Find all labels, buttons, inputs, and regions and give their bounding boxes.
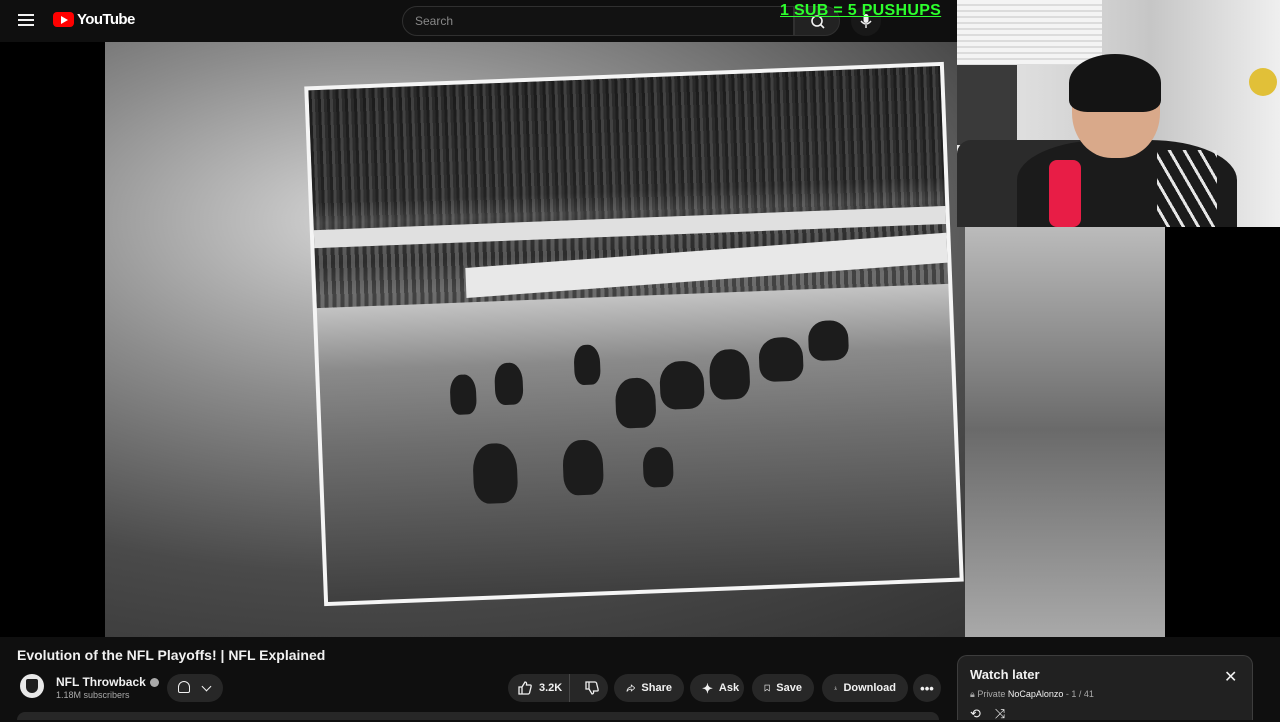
sparkle-icon: ✦	[702, 680, 713, 696]
close-icon[interactable]: ✕	[1224, 670, 1237, 686]
lock-icon: 🔒︎	[970, 689, 975, 699]
video-background-blur	[965, 222, 1165, 637]
more-actions-button[interactable]: •••	[913, 674, 941, 702]
share-label: Share	[641, 682, 672, 694]
share-button[interactable]: Share	[614, 674, 684, 702]
save-button[interactable]: Save	[752, 674, 814, 702]
playlist-title[interactable]: Watch later	[970, 667, 1040, 682]
ask-button[interactable]: ✦ Ask	[690, 674, 744, 702]
channel-avatar[interactable]	[20, 674, 44, 698]
historic-football-photo	[304, 61, 964, 607]
thumbs-up-icon	[518, 681, 532, 695]
bookmark-icon	[764, 684, 770, 692]
like-dislike-group: 3.2K	[508, 674, 608, 702]
dislike-button[interactable]	[576, 674, 608, 702]
download-button[interactable]: Download	[822, 674, 908, 702]
microphone-prop	[1049, 160, 1081, 227]
stream-overlay-text: 1 SUB = 5 PUSHUPS	[780, 2, 942, 19]
save-label: Save	[776, 682, 802, 694]
youtube-play-icon	[53, 12, 74, 27]
description-box[interactable]	[17, 712, 939, 720]
hamburger-icon[interactable]	[16, 11, 36, 31]
youtube-logo[interactable]: YouTube	[53, 11, 135, 28]
video-title: Evolution of the NFL Playoffs! | NFL Exp…	[17, 647, 326, 663]
subscriber-count: 1.18M subscribers	[56, 690, 130, 700]
thumbs-down-icon	[585, 681, 599, 695]
streamer-webcam	[957, 0, 1280, 227]
like-button[interactable]: 3.2K	[508, 674, 571, 702]
more-horizontal-icon: •••	[920, 680, 934, 696]
playlist-meta: 🔒︎ Private NoCapAlonzo - 1 / 41	[970, 689, 1094, 700]
privacy-label: Private	[977, 689, 1006, 699]
channel-name-text[interactable]: NFL Throwback	[56, 675, 146, 689]
search-placeholder: Search	[415, 14, 454, 28]
notifications-button[interactable]	[167, 674, 223, 702]
share-icon	[626, 684, 636, 692]
brand-text: YouTube	[77, 11, 135, 28]
playlist-position: 1 / 41	[1071, 689, 1094, 699]
download-label: Download	[843, 682, 896, 694]
ask-label: Ask	[718, 682, 740, 694]
bell-icon	[178, 681, 190, 693]
search-input[interactable]: Search	[402, 6, 794, 36]
verified-badge-icon	[149, 678, 159, 687]
watch-later-panel: Watch later 🔒︎ Private NoCapAlonzo - 1 /…	[957, 655, 1253, 721]
download-icon	[834, 686, 838, 690]
channel-name[interactable]: NFL Throwback	[56, 675, 159, 689]
like-count: 3.2K	[539, 682, 563, 694]
chevron-down-icon	[201, 681, 212, 692]
playlist-owner[interactable]: NoCapAlonzo	[1008, 689, 1064, 699]
